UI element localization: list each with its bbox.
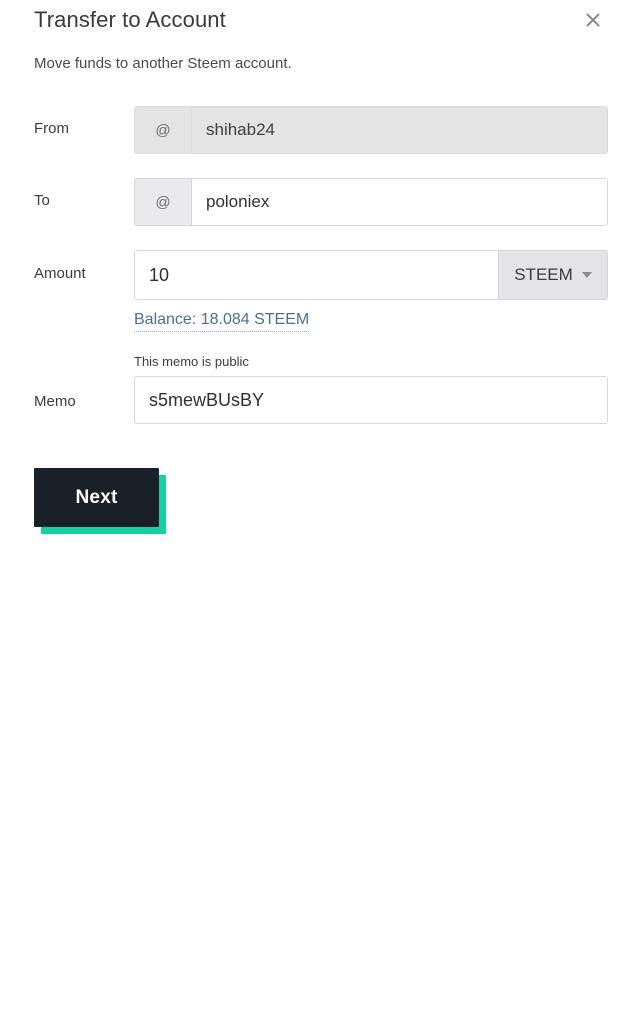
page-title: Transfer to Account [34,7,226,32]
amount-label: Amount [34,265,86,282]
next-button-wrap: Next [34,468,166,534]
close-icon [583,10,603,30]
dialog-subtitle: Move funds to another Steem account. [34,55,292,72]
transfer-dialog: Transfer to Account Move funds to anothe… [0,0,640,1010]
balance-link[interactable]: Balance: 18.084 STEEM [134,311,310,332]
next-button[interactable]: Next [34,468,159,527]
from-account-input [192,106,608,154]
currency-select-value: STEEM [514,265,573,284]
memo-hint: This memo is public [134,354,249,369]
currency-select[interactable]: STEEM [498,250,608,300]
close-button[interactable] [578,5,608,35]
memo-input[interactable] [134,376,608,424]
memo-label: Memo [34,393,76,410]
at-symbol-icon: @ [134,106,192,154]
to-field-group: @ [134,178,608,226]
chevron-down-icon [581,272,592,278]
to-label: To [34,192,50,209]
from-label: From [34,120,69,137]
memo-field-group [134,376,608,424]
from-field-group: @ [134,106,608,154]
to-account-input[interactable] [192,178,608,226]
amount-input[interactable] [134,250,498,300]
amount-field-group: STEEM [134,250,608,300]
at-symbol-icon: @ [134,178,192,226]
